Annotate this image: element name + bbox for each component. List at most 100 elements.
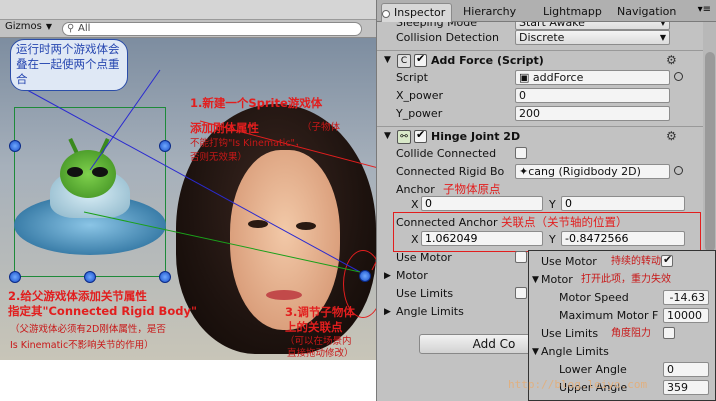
hinge-enabled-checkbox[interactable]: [414, 128, 427, 143]
step2-note-2: Is Kinematic不影响关节的作用）: [10, 340, 154, 351]
expand-arrow-icon[interactable]: ▼: [532, 275, 539, 285]
popup-use-motor-checkbox[interactable]: [661, 253, 673, 267]
popup-lower-angle-row: Lower Angle 0: [529, 361, 715, 379]
use-motor-checkbox[interactable]: [515, 251, 527, 263]
popup-motor-speed-label: Motor Speed: [559, 291, 629, 304]
x-power-field[interactable]: 0: [515, 88, 670, 103]
motor-speed-field[interactable]: -14.63: [663, 290, 709, 305]
collide-connected-label: Collide Connected: [396, 147, 497, 160]
connected-rb-value: cang (Rigidbody 2D): [528, 165, 641, 178]
step1-note-3: 否则无效果）: [190, 152, 248, 163]
tab-inspector-active[interactable]: Inspector: [381, 3, 453, 22]
step3-note-2: 直接拖动修改）: [287, 348, 354, 359]
collision-detection-value: Discrete: [519, 31, 565, 44]
y-power-label: Y_power: [396, 107, 443, 120]
step1-title: 1.新建一个Sprite游戏体: [190, 96, 323, 110]
anchor-x-field[interactable]: 0: [421, 196, 543, 211]
x-power-row: X_power 0: [377, 87, 716, 105]
use-limits-label: Use Limits: [396, 287, 454, 300]
popup-use-limits-label: Use Limits: [541, 327, 599, 340]
expand-arrow-icon[interactable]: ▶: [384, 271, 391, 281]
max-motor-force-field[interactable]: 10000: [663, 308, 709, 323]
step2-title-2: 指定其"Connected Rigid Body": [8, 304, 197, 318]
connected-rb-field[interactable]: ✦cang (Rigidbody 2D): [515, 164, 670, 179]
rigidbody-icon: ✦: [519, 165, 529, 178]
hinge-header[interactable]: ▼ ⚯ Hinge Joint 2D ⚙: [377, 126, 716, 146]
expand-arrow-icon[interactable]: ▶: [384, 307, 391, 317]
use-motor-label: Use Motor: [396, 251, 452, 264]
addforce-title: Add Force (Script): [431, 54, 544, 67]
popup-motor-label: Motor: [541, 273, 573, 286]
popup-use-limits-checkbox[interactable]: [663, 327, 675, 339]
inspector-tab-icon: [382, 10, 390, 18]
y-power-field[interactable]: 200: [515, 106, 670, 121]
connected-anchor-row: Connected Anchor 关联点（关节轴的位置）: [377, 214, 716, 232]
tab-lightmapping-label: Lightmapp: [543, 5, 602, 18]
object-picker-icon[interactable]: [674, 72, 683, 81]
angle-limits-label: Angle Limits: [396, 305, 464, 318]
watermark: http://blog.leiyo.com: [508, 378, 648, 391]
connected-rb-row: Connected Rigid Bo ✦cang (Rigidbody 2D): [377, 163, 716, 181]
expand-arrow-icon[interactable]: ▼: [384, 55, 391, 65]
script-field[interactable]: ▣ addForce: [515, 70, 670, 85]
tab-bar-overlay: Inspector Hierarchy Lightmapp Navigation…: [377, 0, 716, 22]
note-bubble: 运行时两个游戏体会叠在一起使两个点重合: [10, 39, 128, 91]
anchor-y-field[interactable]: 0: [561, 196, 685, 211]
tab-navigation-label: Navigation: [617, 5, 677, 18]
object-picker-icon[interactable]: [674, 166, 683, 175]
script-value: addForce: [532, 71, 584, 84]
motor-label: Motor: [396, 269, 428, 282]
collision-detection-label: Collision Detection: [396, 31, 500, 44]
connected-anchor-label: Connected Anchor: [396, 216, 498, 229]
collision-detection-row: Collision Detection Discrete ▼: [377, 29, 716, 47]
collide-connected-checkbox[interactable]: [515, 147, 527, 159]
step2-note-1: （父游戏体必须有2D刚体属性，是否: [10, 324, 166, 335]
step1-note-1: （子物体: [302, 122, 341, 133]
addforce-header[interactable]: ▼ C Add Force (Script) ⚙: [377, 50, 716, 70]
expand-arrow-icon[interactable]: ▼: [384, 131, 391, 141]
step1-subtitle: 添加刚体属性: [190, 121, 259, 135]
ca-y-field[interactable]: -0.8472566: [561, 231, 685, 246]
scrollbar-thumb[interactable]: [705, 52, 715, 252]
x-power-label: X_power: [396, 89, 444, 102]
lower-angle-field[interactable]: 0: [663, 362, 709, 377]
connected-rb-label: Connected Rigid Bo: [396, 165, 505, 178]
step3-title-1: 3.调节子物体: [285, 305, 355, 319]
popup-use-motor-row: Use Motor 持续的转动力: [529, 253, 715, 271]
ca-x-field[interactable]: 1.062049: [421, 231, 543, 246]
step2-title-1: 2.给父游戏体添加关节属性: [8, 289, 147, 303]
ca-x-label: X: [411, 233, 419, 246]
upper-angle-field[interactable]: 359: [663, 380, 709, 395]
popup-max-motor-row: Maximum Motor F 10000: [529, 307, 715, 325]
connected-line: [83, 211, 361, 273]
gear-icon[interactable]: ⚙: [666, 53, 677, 67]
popup-lower-angle-label: Lower Angle: [559, 363, 627, 376]
gear-icon[interactable]: ⚙: [666, 129, 677, 143]
motor-note: 打开此项，重力失效: [581, 274, 671, 285]
popup-use-motor-label: Use Motor: [541, 255, 597, 268]
tab-navigation-overlay[interactable]: Navigation: [611, 3, 682, 22]
step1-note-2: 不能打钩"Is Kinematic"，: [190, 138, 305, 149]
panel-menu-icon[interactable]: ▾≡: [698, 4, 711, 15]
expand-arrow-icon[interactable]: ▼: [532, 347, 539, 357]
anchor-y-label: Y: [549, 198, 556, 211]
script-file-icon: ▣: [519, 71, 533, 84]
connected-anchor-note: 关联点（关节轴的位置）: [501, 215, 628, 229]
collision-detection-dropdown[interactable]: Discrete ▼: [515, 30, 670, 45]
joint-line: [17, 84, 361, 273]
hinge-title: Hinge Joint 2D: [431, 130, 521, 143]
collide-connected-row: Collide Connected: [377, 145, 716, 163]
chevron-down-icon: ▼: [659, 33, 666, 42]
addforce-enabled-checkbox[interactable]: [414, 52, 427, 67]
y-power-row: Y_power 200: [377, 105, 716, 123]
anchor-x-label: X: [411, 198, 419, 211]
tab-inspector-label: Inspector: [394, 6, 446, 19]
connected-anchor-xy-row: X 1.062049 Y -0.8472566: [377, 231, 716, 249]
tab-hierarchy-overlay[interactable]: Hierarchy: [457, 3, 522, 22]
child-origin-note: 子物体原点: [443, 182, 501, 196]
tab-lightmapping-overlay[interactable]: Lightmapp: [537, 3, 608, 22]
use-limits-checkbox[interactable]: [515, 287, 527, 299]
popup-use-limits-row: Use Limits 角度阻力: [529, 325, 715, 343]
step3-title-2: 上的关联点: [285, 320, 343, 334]
ca-y-label: Y: [549, 233, 556, 246]
